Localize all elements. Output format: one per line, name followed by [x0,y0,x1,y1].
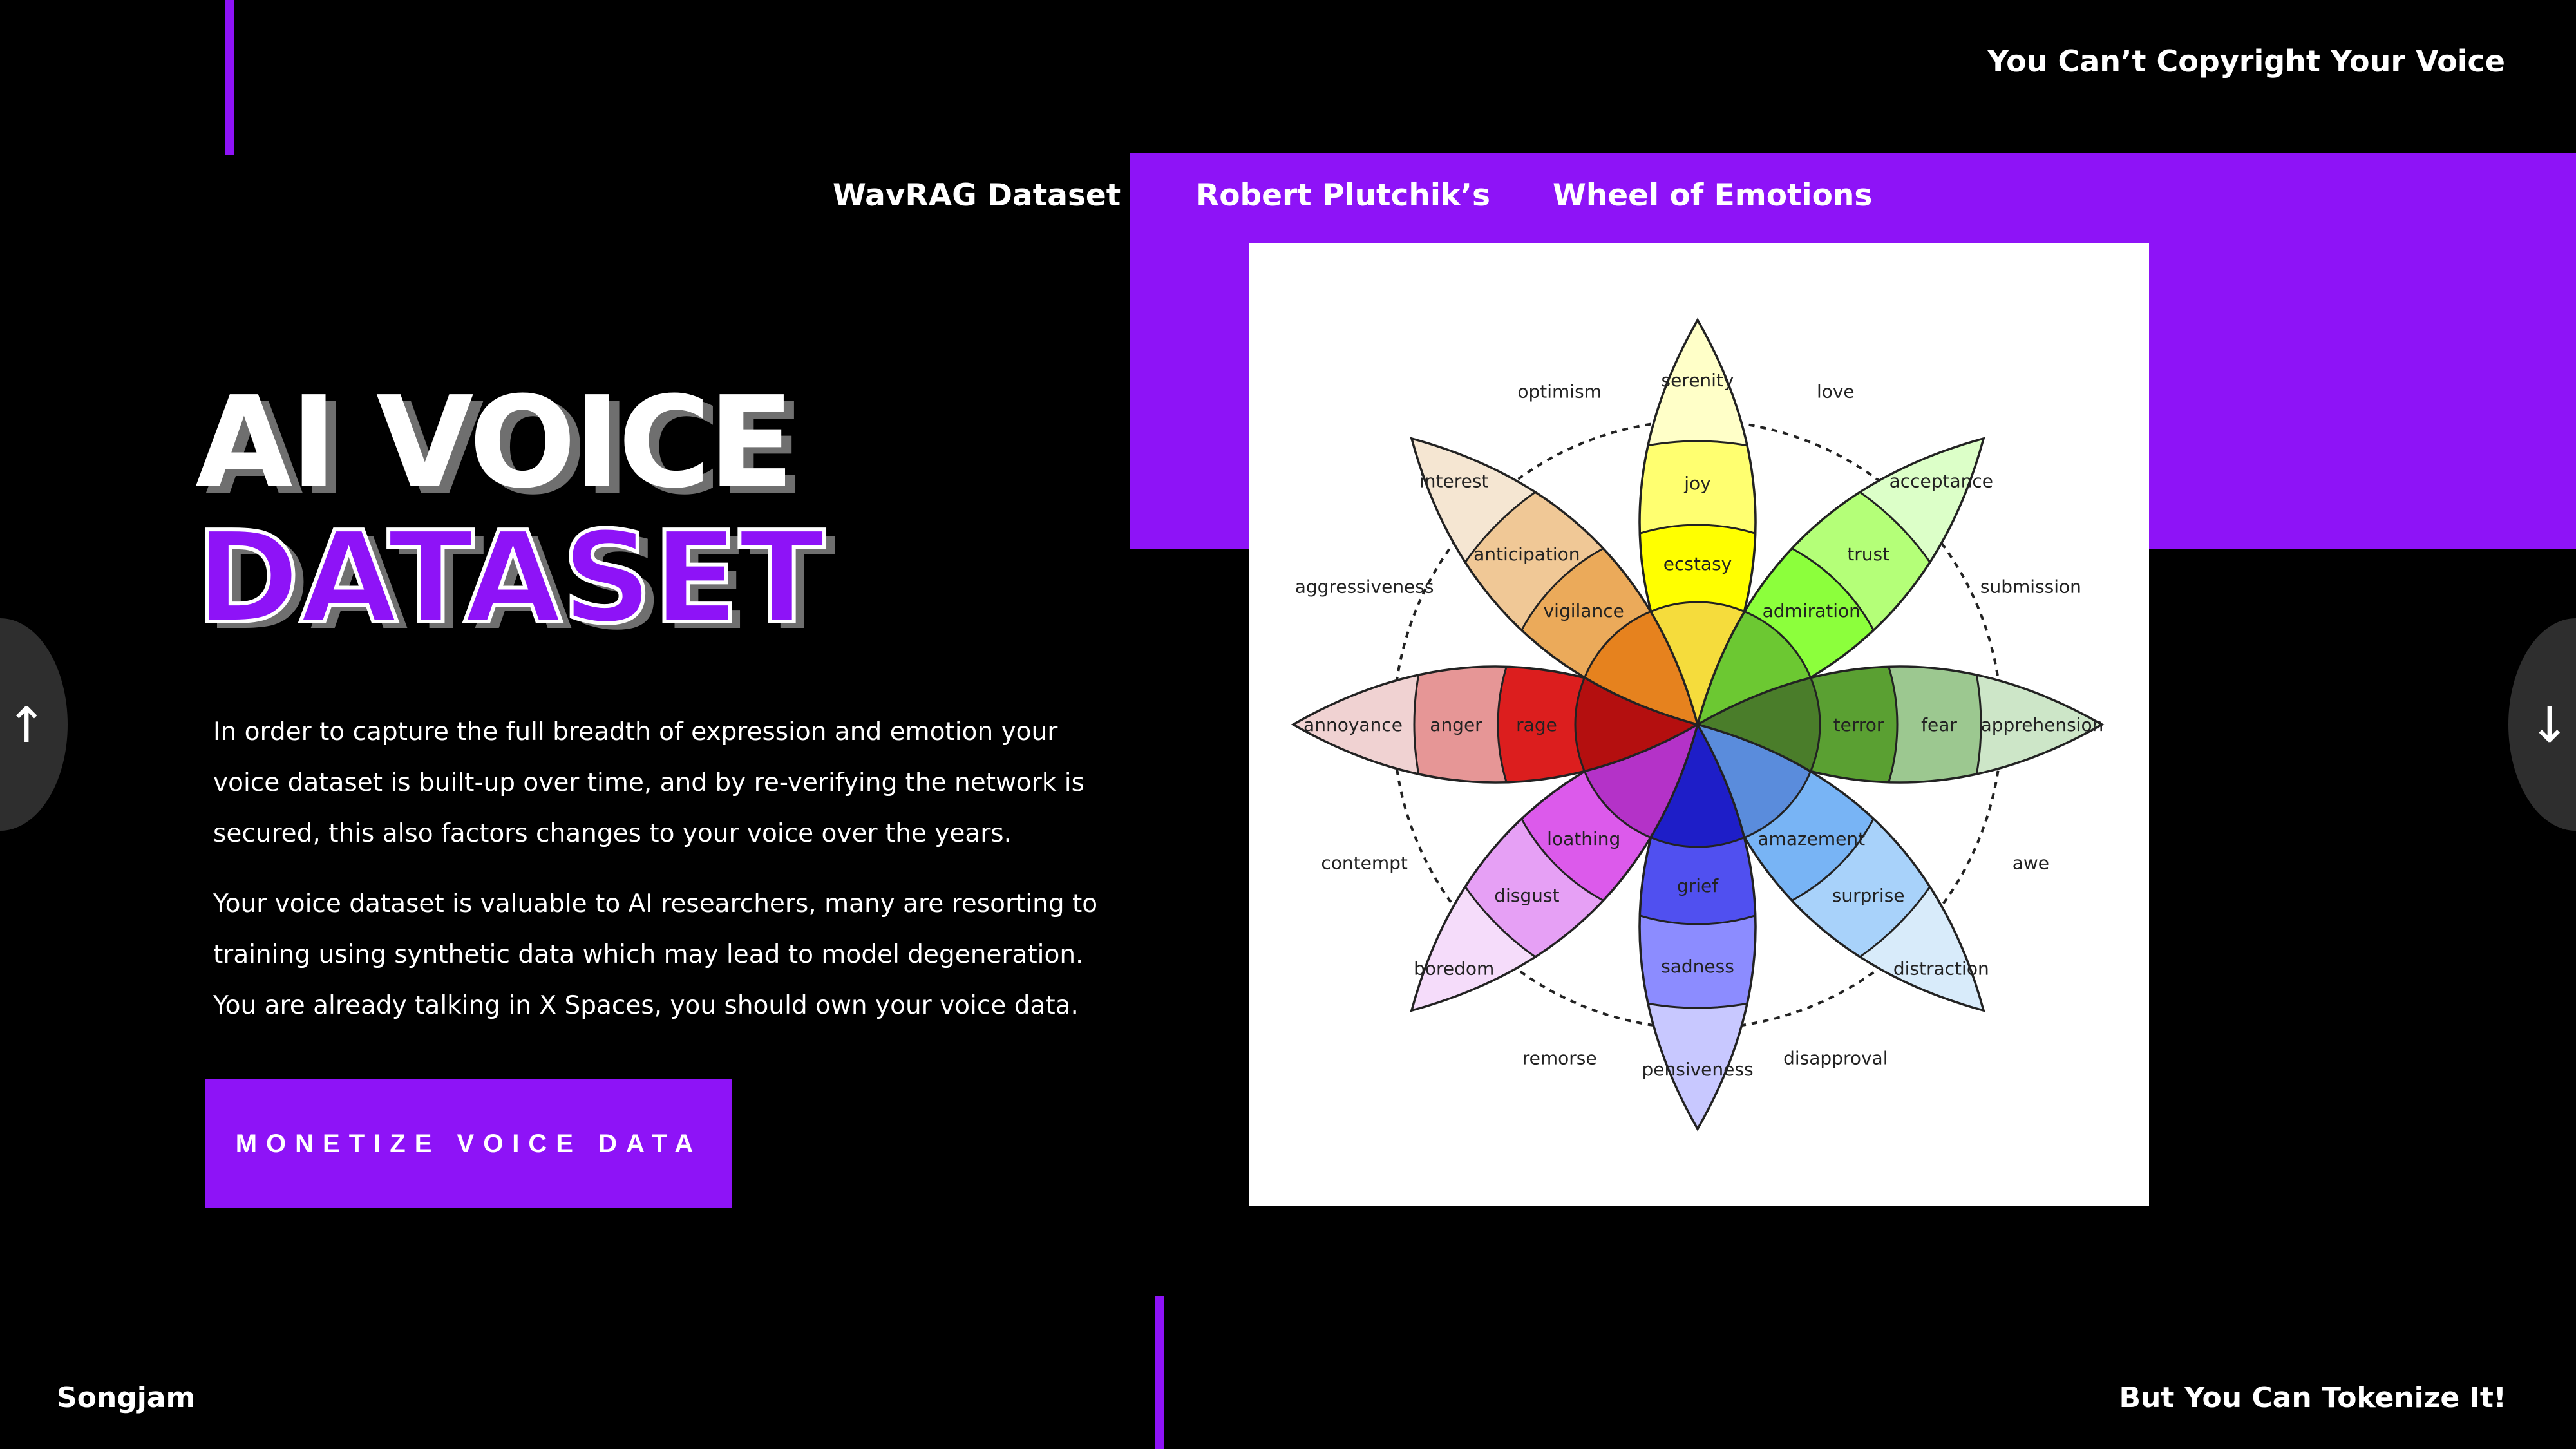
wheel-label-boredom: boredom [1414,958,1494,979]
wheel-label-rage: rage [1516,714,1557,735]
wheel-dyad-disapproval: disapproval [1783,1047,1888,1068]
tab-wavrag-dataset[interactable]: WavRAG Dataset [833,178,1121,213]
wheel-label-apprehension: apprehension [1981,714,2104,735]
wheel-label-serenity: serenity [1661,370,1734,391]
wheel-label-annoyance: annoyance [1303,714,1403,735]
wheel-label-pensiveness: pensiveness [1642,1059,1753,1080]
tab-wheel-of-emotions[interactable]: Wheel of Emotions [1553,178,1872,213]
wheel-label-disgust: disgust [1494,885,1559,906]
wheel-label-amazement: amazement [1757,828,1865,849]
hero-title-line2: DATASET [193,505,827,652]
wheel-label-sadness: sadness [1661,956,1734,977]
wheel-label-grief: grief [1677,875,1719,896]
header-tagline: You Can’t Copyright Your Voice [1987,44,2505,79]
wheel-label-distraction: distraction [1893,958,1989,979]
tab-robert-plutchik[interactable]: Robert Plutchik’s [1196,178,1490,213]
next-slide-button[interactable]: ↓ [2508,618,2576,831]
previous-slide-button[interactable]: ↑ [0,618,68,831]
wheel-dyad-optimism: optimism [1517,381,1602,402]
arrow-down-icon: ↓ [2529,696,2570,753]
monetize-voice-data-button[interactable]: MONETIZE VOICE DATA [205,1079,732,1208]
arrow-up-icon: ↑ [6,696,47,753]
wheel-dyad-contempt: contempt [1321,852,1408,873]
hero-title-line1: AI VOICE [195,370,794,516]
footer-tagline: But You Can Tokenize It! [2119,1381,2507,1414]
wheel-dyad-submission: submission [1980,576,2081,598]
wheel-label-admiration: admiration [1763,600,1861,621]
wheel-label-vigilance: vigilance [1544,600,1624,621]
wheel-dyad-awe: awe [2012,852,2049,873]
wheel-label-terror: terror [1833,714,1884,735]
wheel-label-ecstasy: ecstasy [1663,553,1732,574]
wheel-label-trust: trust [1847,544,1889,565]
accent-bar-bottom [1155,1296,1164,1449]
hero-paragraph-1: In order to capture the full breadth of … [213,717,1084,848]
wheel-label-joy: joy [1683,473,1710,494]
wheel-label-loathing: loathing [1547,828,1620,849]
emotion-wheel-image: serenity joy ecstasy acceptance trust admirat… [1249,243,2149,1206]
hero-paragraph-2: Your voice dataset is valuable to AI res… [213,889,1098,1020]
wheel-dyad-love: love [1817,381,1855,402]
wheel-label-surprise: surprise [1832,885,1905,906]
emotion-wheel-diagram: serenity joy ecstasy acceptance trust admirat… [1291,317,2105,1132]
wheel-label-acceptance: acceptance [1889,471,1993,492]
wheel-label-fear: fear [1921,714,1957,735]
wheel-dyad-remorse: remorse [1522,1047,1597,1068]
wheel-label-anticipation: anticipation [1473,544,1580,565]
wheel-label-interest: interest [1419,471,1488,492]
accent-bar-top [225,0,234,155]
footer-brand: Songjam [57,1381,196,1414]
wheel-label-anger: anger [1430,714,1482,735]
wheel-dyad-aggressiveness: aggressiveness [1295,576,1434,598]
